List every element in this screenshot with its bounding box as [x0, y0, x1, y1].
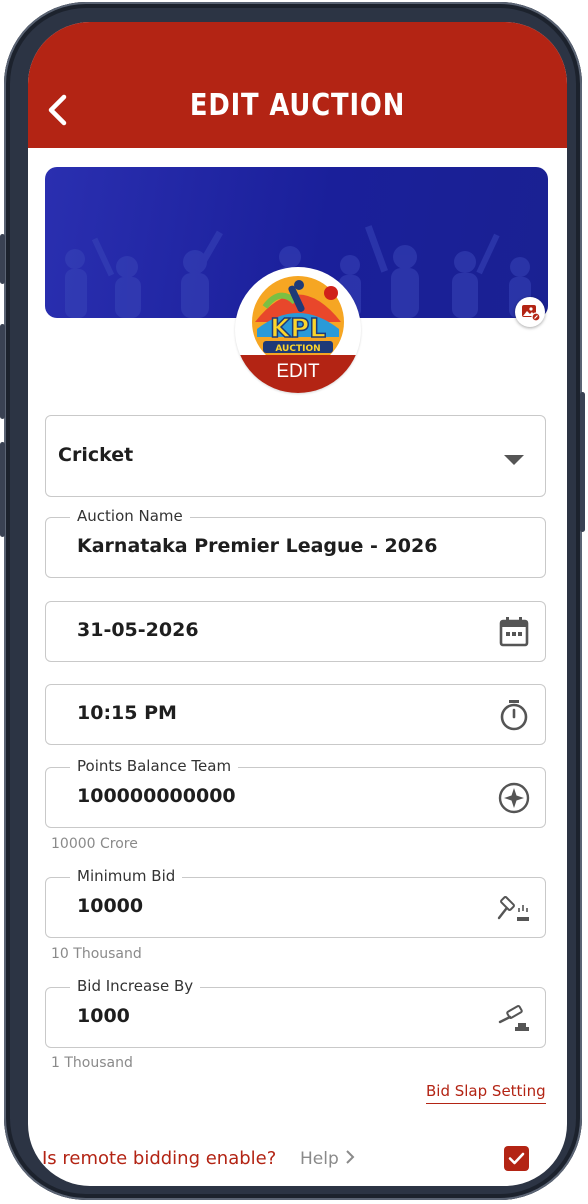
page-title: EDIT AUCTION [189, 88, 406, 123]
points-balance-helper: 10000 Crore [51, 836, 138, 852]
chevron-right-icon [346, 1150, 355, 1164]
logo-subtext: AUCTION [275, 344, 320, 354]
volume-down-button [0, 442, 5, 537]
logo-edit-label[interactable]: EDIT [235, 355, 361, 393]
points-balance-value: 100000000000 [77, 785, 236, 807]
auction-name-label: Auction Name [70, 507, 190, 525]
bid-increase-field[interactable]: Bid Increase By 1000 [45, 977, 546, 1048]
date-value: 31-05-2026 [77, 619, 199, 641]
phone-frame: EDIT AUCTION KPL AUCTION EDIT Cricket Au… [0, 2, 585, 1200]
bid-slap-setting-link[interactable]: Bid Slap Setting [426, 1082, 546, 1104]
app-header: EDIT AUCTION [28, 22, 567, 148]
logo-text: KPL [270, 314, 326, 344]
bid-increase-helper: 1 Thousand [51, 1055, 133, 1071]
bid-increase-label: Bid Increase By [70, 977, 201, 995]
help-link[interactable]: Help [300, 1149, 356, 1169]
caret-down-icon [504, 455, 524, 465]
bid-increase-value: 1000 [77, 1005, 130, 1027]
gavel-icon [497, 896, 529, 921]
minimum-bid-label: Minimum Bid [70, 867, 183, 885]
tournament-logo[interactable]: KPL AUCTION EDIT [235, 267, 361, 393]
volume-up-button [0, 324, 5, 419]
gavel-icon [498, 1005, 529, 1031]
calendar-icon[interactable] [497, 615, 531, 649]
minimum-bid-helper: 10 Thousand [51, 946, 142, 962]
date-field[interactable]: 31-05-2026 [45, 601, 546, 662]
remote-bidding-label: Is remote bidding enable? [42, 1148, 277, 1169]
mute-switch [0, 234, 5, 284]
sport-value: Cricket [58, 444, 134, 466]
minimum-bid-value: 10000 [77, 895, 144, 917]
auction-name-value: Karnataka Premier League - 2026 [77, 535, 438, 557]
sport-select[interactable]: Cricket [45, 415, 546, 497]
timer-icon[interactable] [497, 698, 531, 732]
points-balance-field[interactable]: Points Balance Team 100000000000 [45, 757, 546, 828]
power-button [580, 392, 585, 532]
help-label: Help [300, 1149, 339, 1169]
compass-icon [498, 782, 530, 814]
time-value: 10:15 PM [77, 702, 177, 724]
remote-bidding-checkbox[interactable] [504, 1146, 529, 1171]
time-field[interactable]: 10:15 PM [45, 684, 546, 745]
checkmark-icon [508, 1152, 525, 1165]
auction-name-field[interactable]: Auction Name Karnataka Premier League - … [45, 507, 546, 578]
minimum-bid-field[interactable]: Minimum Bid 10000 [45, 867, 546, 938]
app-screen: EDIT AUCTION KPL AUCTION EDIT Cricket Au… [28, 22, 567, 1186]
points-balance-label: Points Balance Team [70, 757, 239, 775]
banner-edit-button[interactable] [515, 297, 545, 327]
image-edit-icon [522, 305, 541, 322]
